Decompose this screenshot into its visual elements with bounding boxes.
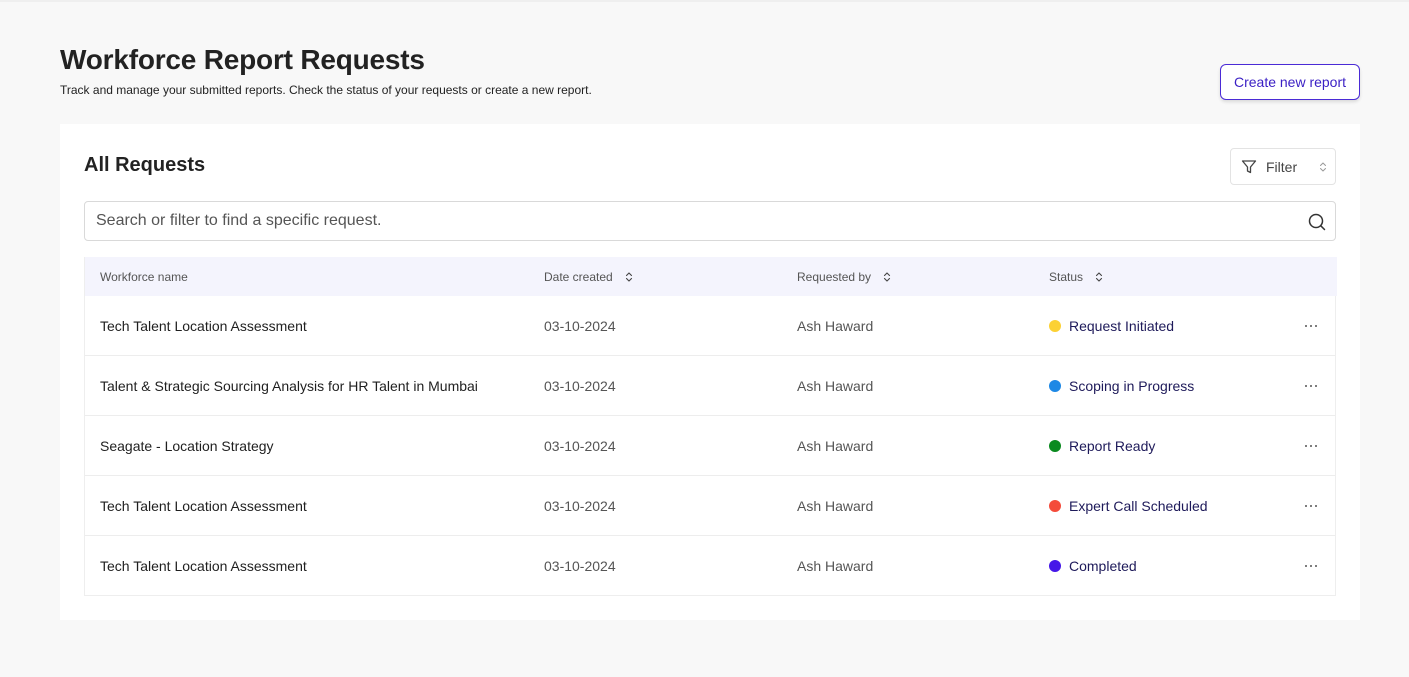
status-label: Scoping in Progress <box>1069 378 1195 394</box>
card-title: All Requests <box>84 154 206 176</box>
more-dot <box>1309 384 1313 388</box>
status-label: Request Initiated <box>1069 318 1175 334</box>
column-label: Workforce name <box>100 270 188 284</box>
date-created-cell: 03-10-2024 <box>544 498 616 514</box>
requested-by-cell: Ash Haward <box>797 438 874 454</box>
requests-card: All Requests Filter Workforce name Date … <box>60 124 1360 620</box>
more-dot <box>1304 384 1308 388</box>
status-dot <box>1049 500 1061 512</box>
more-dot <box>1314 324 1318 328</box>
more-dot <box>1309 504 1313 508</box>
requested-by-cell: Ash Haward <box>797 498 874 514</box>
workforce-name-cell[interactable]: Seagate - Location Strategy <box>100 438 274 454</box>
page-subtitle: Track and manage your submitted reports.… <box>60 83 592 97</box>
table-row[interactable]: Tech Talent Location Assessment 03-10-20… <box>85 476 1335 536</box>
status-label: Expert Call Scheduled <box>1069 498 1208 514</box>
status-dot <box>1049 440 1061 452</box>
status-cell: Report Ready <box>1049 438 1155 454</box>
date-created-cell: 03-10-2024 <box>544 438 616 454</box>
column-header-workforce-name: Workforce name <box>100 270 188 284</box>
column-header-date-created[interactable]: Date created <box>544 270 633 284</box>
more-dot <box>1314 384 1318 388</box>
create-new-report-button[interactable]: Create new report <box>1220 64 1360 100</box>
filter-label: Filter <box>1266 159 1298 175</box>
date-created-cell: 03-10-2024 <box>544 318 616 334</box>
row-actions-button[interactable] <box>1299 438 1323 454</box>
row-actions-button[interactable] <box>1299 378 1323 394</box>
search-input[interactable] <box>96 202 1296 240</box>
requested-by-cell: Ash Haward <box>797 318 874 334</box>
status-cell: Request Initiated <box>1049 318 1174 334</box>
column-header-requested-by[interactable]: Requested by <box>797 270 891 284</box>
table-row[interactable]: Tech Talent Location Assessment 03-10-20… <box>85 296 1335 356</box>
more-dot <box>1304 504 1308 508</box>
date-created-cell: 03-10-2024 <box>544 558 616 574</box>
date-created-cell: 03-10-2024 <box>544 378 616 394</box>
status-label: Report Ready <box>1069 438 1156 454</box>
search-field[interactable] <box>84 201 1336 241</box>
more-dot <box>1309 564 1313 568</box>
more-dot <box>1309 444 1313 448</box>
table-header: Workforce name Date created Requested by… <box>85 257 1337 296</box>
table-row[interactable]: Tech Talent Location Assessment 03-10-20… <box>85 536 1335 596</box>
workforce-name-cell[interactable]: Tech Talent Location Assessment <box>100 558 307 574</box>
workforce-name-cell[interactable]: Tech Talent Location Assessment <box>100 318 307 334</box>
status-cell: Scoping in Progress <box>1049 378 1194 394</box>
status-dot <box>1049 380 1061 392</box>
workforce-name-cell[interactable]: Talent & Strategic Sourcing Analysis for… <box>100 378 478 394</box>
status-cell: Expert Call Scheduled <box>1049 498 1208 514</box>
sort-icon[interactable] <box>883 271 891 283</box>
requested-by-cell: Ash Haward <box>797 558 874 574</box>
column-label: Requested by <box>797 270 872 284</box>
row-actions-button[interactable] <box>1299 498 1323 514</box>
sort-icon[interactable] <box>625 271 633 283</box>
requests-table: Workforce name Date created Requested by… <box>84 257 1337 596</box>
filter-button[interactable]: Filter <box>1230 148 1336 185</box>
more-dot <box>1309 324 1313 328</box>
column-header-status[interactable]: Status <box>1049 270 1103 284</box>
column-label: Status <box>1049 270 1084 284</box>
more-dot <box>1304 444 1308 448</box>
search-icon[interactable] <box>1307 212 1327 232</box>
sort-icon[interactable] <box>1095 271 1103 283</box>
row-actions-button[interactable] <box>1299 318 1323 334</box>
table-row[interactable]: Talent & Strategic Sourcing Analysis for… <box>85 356 1335 416</box>
more-dot <box>1314 504 1318 508</box>
row-actions-button[interactable] <box>1299 558 1323 574</box>
more-dot <box>1314 444 1318 448</box>
chevron-up-down-icon <box>1320 162 1326 172</box>
status-label: Completed <box>1069 558 1137 574</box>
status-cell: Completed <box>1049 558 1137 574</box>
top-divider <box>0 0 1409 2</box>
more-dot <box>1304 324 1308 328</box>
status-dot <box>1049 320 1061 332</box>
column-label: Date created <box>544 270 613 284</box>
status-dot <box>1049 560 1061 572</box>
workforce-name-cell[interactable]: Tech Talent Location Assessment <box>100 498 307 514</box>
requested-by-cell: Ash Haward <box>797 378 874 394</box>
table-row[interactable]: Seagate - Location Strategy 03-10-2024 A… <box>85 416 1335 476</box>
more-dot <box>1314 564 1318 568</box>
more-dot <box>1304 564 1308 568</box>
page-title: Workforce Report Requests <box>60 44 425 75</box>
filter-icon <box>1241 160 1257 174</box>
